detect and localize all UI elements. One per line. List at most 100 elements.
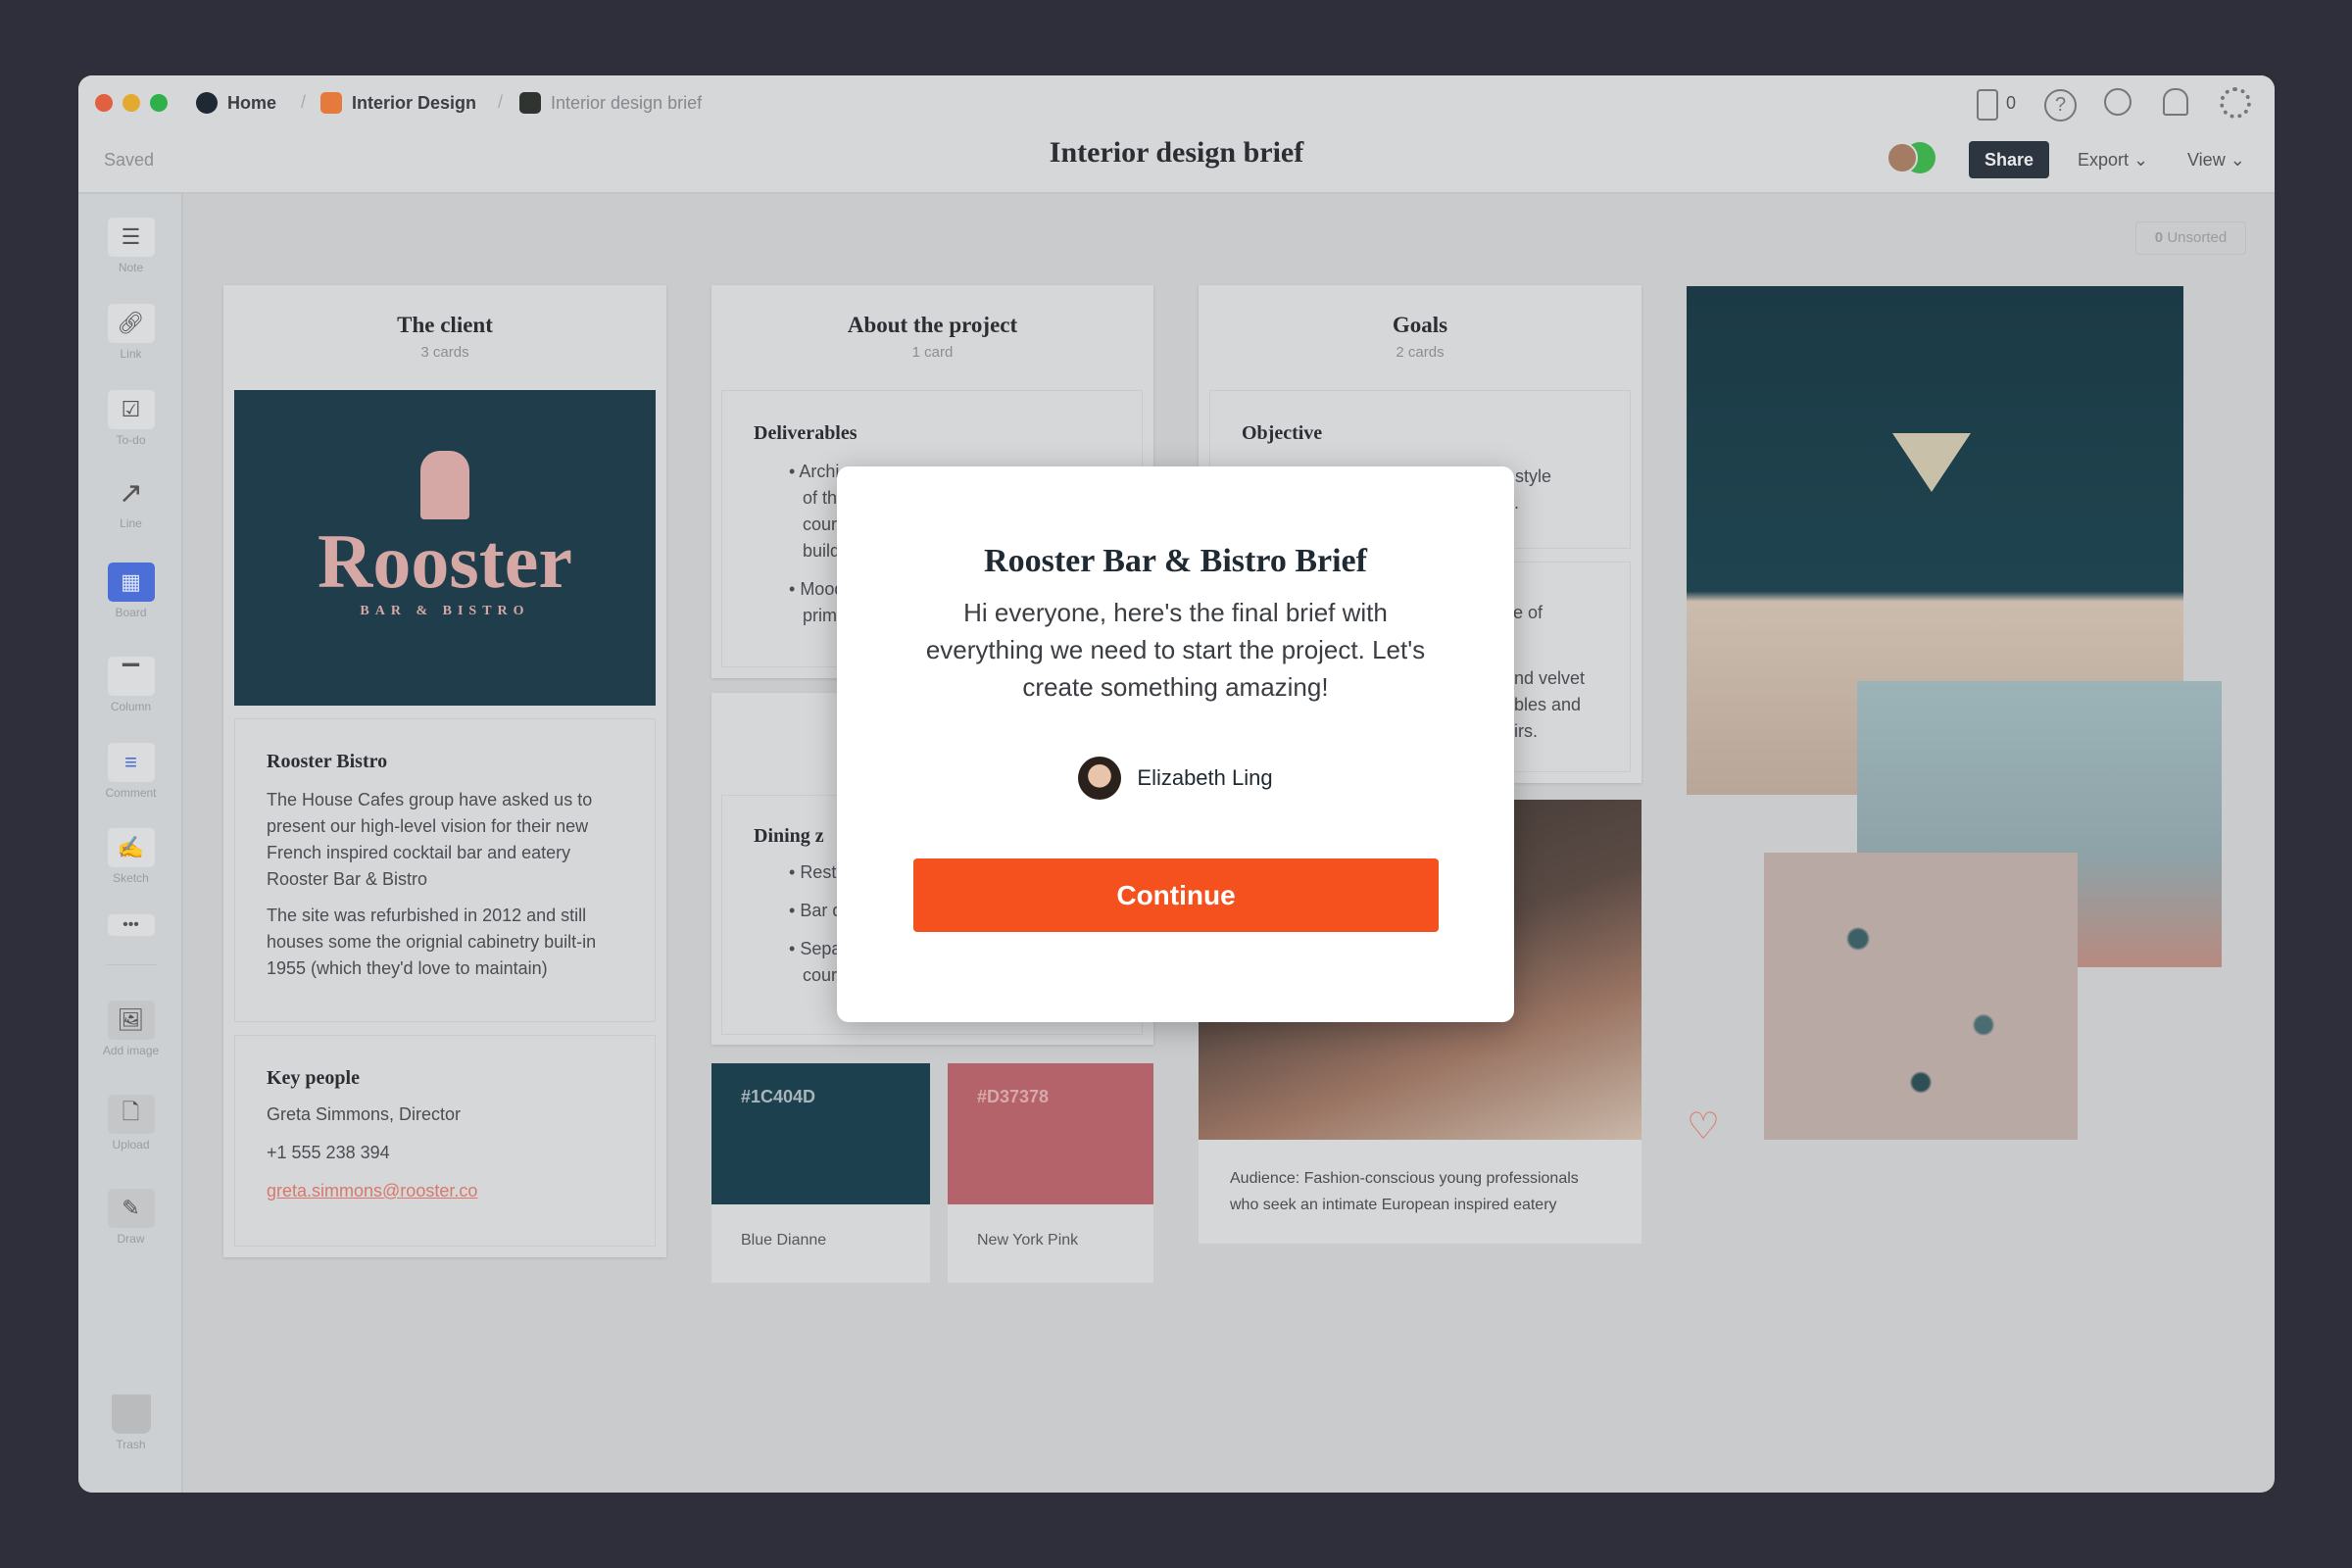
sidebar-item-line[interactable]: ↗ Line [78, 473, 183, 531]
export-menu[interactable]: Export ⌄ [2078, 150, 2148, 171]
device-count: 0 [2006, 93, 2017, 113]
note-paragraph: The site was refurbished in 2012 and sti… [267, 906, 597, 978]
link-icon: 🔗︎ [107, 304, 155, 343]
breadcrumb-project-label: Interior Design [352, 92, 477, 113]
note-title: Objective [1242, 422, 1323, 444]
rooster-icon [420, 451, 469, 519]
note-title: Rooster Bistro [267, 751, 388, 772]
breadcrumb-separator: / [498, 92, 504, 112]
chevron-down-icon: ⌄ [2133, 150, 2149, 170]
breadcrumb-board-label: Interior design brief [551, 92, 703, 113]
tool-label: Draw [117, 1232, 145, 1246]
note-rooster-bistro[interactable]: Rooster Bistro The House Cafes group hav… [234, 718, 656, 1022]
note-title: Deliverables [754, 422, 858, 444]
help-icon[interactable]: ? [2044, 89, 2077, 122]
sketch-icon: ✍ [107, 828, 155, 867]
tool-label: Column [110, 700, 152, 713]
close-window-button[interactable] [95, 94, 113, 112]
gear-icon[interactable] [2220, 87, 2251, 119]
sidebar-item-trash[interactable]: Trash [78, 1395, 183, 1451]
image-caption: Audience: Fashion-conscious young profes… [1230, 1170, 1579, 1213]
breadcrumb-board[interactable]: Interior design brief [519, 92, 702, 114]
upload-icon: 🗋 [107, 1095, 155, 1134]
project-icon [320, 92, 342, 114]
note-key-people[interactable]: Key people Greta Simmons, Director +1 55… [234, 1035, 656, 1247]
swatch-new-york-pink[interactable]: #D37378 New York Pink [948, 1063, 1153, 1283]
note-icon: ☰ [107, 218, 155, 257]
swatch-name: New York Pink [977, 1232, 1079, 1249]
breadcrumb-separator: / [301, 92, 307, 112]
todo-icon: ☑ [107, 390, 155, 429]
trash-icon [111, 1395, 151, 1434]
heart-icon[interactable]: ♡ [1687, 1104, 1720, 1149]
avatar-user[interactable] [1886, 142, 1918, 173]
column-the-client[interactable]: The client 3 cards Rooster BAR & BISTRO R… [223, 285, 666, 1257]
martini-glass [1892, 433, 1971, 492]
bell-icon[interactable] [2163, 88, 2188, 116]
minimize-window-button[interactable] [122, 94, 140, 112]
sidebar-item-board[interactable]: ▦ Board [78, 563, 183, 619]
note-title: Key people [267, 1067, 360, 1089]
tool-label: Note [118, 261, 144, 274]
column-card-count: 2 cards [1396, 344, 1445, 361]
maximize-window-button[interactable] [150, 94, 168, 112]
share-button[interactable]: Share [1969, 141, 2049, 178]
author-name: Elizabeth Ling [1137, 765, 1273, 790]
tool-label: Comment [105, 786, 157, 800]
tool-label: Line [120, 516, 142, 530]
sidebar-item-sketch[interactable]: ✍ Sketch [78, 828, 183, 885]
export-label: Export [2078, 150, 2130, 170]
sidebar-toolbar: ☰ Note 🔗︎ Link ☑ To-do ↗ Line ▦ Board ▔ Column… [78, 194, 183, 1493]
note-text: ables and [1504, 695, 1582, 714]
device-icon[interactable] [1977, 89, 1998, 121]
column-icon: ▔ [107, 657, 155, 696]
header: Home / Interior Design / Interior design… [78, 75, 2275, 194]
divider [106, 964, 157, 965]
view-label: View [2187, 150, 2226, 170]
contact-email-link[interactable]: greta.simmons@rooster.co [267, 1178, 623, 1204]
swatch-hex: #1C404D [711, 1063, 930, 1204]
ellipsis-icon: ••• [107, 914, 155, 936]
comment-icon: ≡ [107, 743, 155, 782]
unsorted-label: Unsorted [2167, 229, 2228, 246]
image-icon: 🖼︎ [107, 1001, 155, 1040]
bullet-text: Archi [799, 462, 840, 481]
author-avatar [1078, 757, 1122, 800]
modal-author: Elizabeth Ling [837, 757, 1514, 800]
continue-button[interactable]: Continue [913, 858, 1439, 932]
unsorted-count: 0 [2154, 229, 2164, 246]
column-title: About the project [847, 313, 1018, 337]
swatch-blue-dianne[interactable]: #1C404D Blue Dianne [711, 1063, 930, 1283]
tool-label: Link [120, 347, 142, 361]
board-icon: ▦ [107, 563, 155, 602]
sidebar-item-add-image[interactable]: 🖼︎ Add image [78, 1001, 183, 1057]
board-title[interactable]: Interior design brief [78, 136, 2275, 170]
swatch-name: Blue Dianne [741, 1232, 827, 1249]
sidebar-item-link[interactable]: 🔗︎ Link [78, 304, 183, 361]
column-card-count: 3 cards [420, 344, 469, 361]
sidebar-item-draw[interactable]: ✎ Draw [78, 1189, 183, 1246]
breadcrumb-home[interactable]: Home [196, 92, 276, 114]
home-logo-icon [196, 92, 218, 114]
column-title: Goals [1392, 313, 1448, 337]
sidebar-item-column[interactable]: ▔ Column [78, 657, 183, 713]
column-card-count: 1 card [911, 344, 954, 361]
tool-label: Trash [116, 1438, 146, 1451]
rooster-logo-image[interactable]: Rooster BAR & BISTRO [234, 390, 656, 706]
sidebar-item-note[interactable]: ☰ Note [78, 218, 183, 274]
sidebar-item-upload[interactable]: 🗋 Upload [78, 1095, 183, 1152]
terrazzo-photo[interactable] [1764, 853, 2078, 1140]
more-tools-button[interactable]: ••• [78, 914, 183, 936]
logo-subtitle: BAR & BISTRO [360, 604, 530, 618]
view-menu[interactable]: View ⌄ [2187, 150, 2245, 171]
pencil-icon: ✎ [107, 1189, 155, 1228]
unsorted-button[interactable]: 0 Unsorted [2135, 221, 2246, 255]
breadcrumb-project[interactable]: Interior Design [320, 92, 476, 114]
column-title: The client [397, 313, 493, 337]
brief-modal: Rooster Bar & Bistro Brief Hi everyone, … [837, 466, 1514, 1022]
contact-phone: +1 555 238 394 [267, 1143, 390, 1162]
sidebar-item-todo[interactable]: ☑ To-do [78, 390, 183, 447]
search-icon[interactable] [2104, 88, 2132, 116]
tool-label: Add image [102, 1044, 160, 1057]
sidebar-item-comment[interactable]: ≡ Comment [78, 743, 183, 800]
